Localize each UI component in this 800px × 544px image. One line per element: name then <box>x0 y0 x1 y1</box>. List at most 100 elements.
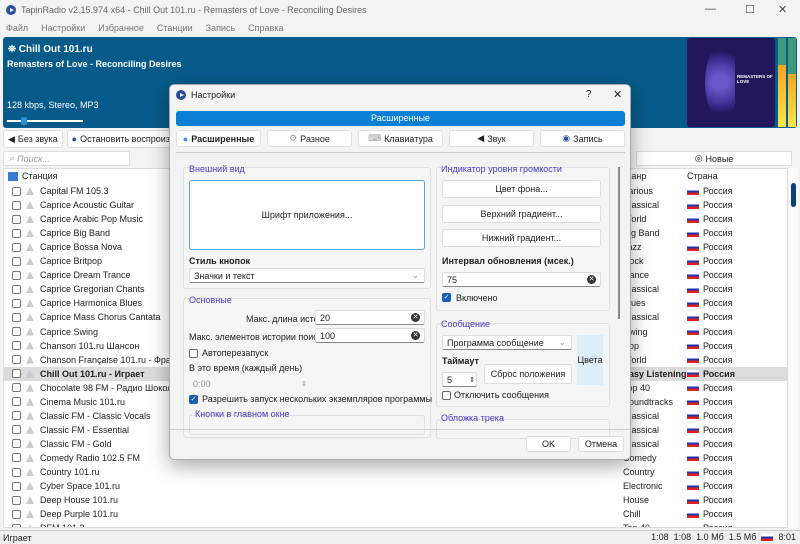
list-scrollbar[interactable] <box>789 168 798 528</box>
vu-title: Индикатор уровня громкости <box>441 164 562 174</box>
button-style-select[interactable]: Значки и текст ⌄ <box>189 268 425 283</box>
tab-advanced[interactable]: ● Расширенные <box>176 130 261 147</box>
row-checkbox[interactable] <box>12 228 21 238</box>
folder-icon <box>8 171 18 181</box>
row-checkbox[interactable] <box>12 397 21 407</box>
row-checkbox[interactable] <box>12 200 21 210</box>
row-checkbox[interactable] <box>12 327 21 336</box>
tab-sound[interactable]: ◀ Звук <box>449 130 534 147</box>
gear-icon: ⚙ <box>289 133 298 143</box>
row-checkbox[interactable] <box>12 495 21 505</box>
flag-icon <box>687 370 699 378</box>
row-checkbox[interactable] <box>12 298 21 308</box>
time-input[interactable]: 0:00 ⇕ <box>189 376 309 391</box>
column-country[interactable]: Страна <box>687 169 718 183</box>
autorestart-checkbox[interactable] <box>189 349 198 358</box>
message-program-select[interactable]: Программа сообщение ⌄ <box>442 335 572 350</box>
row-checkbox[interactable] <box>12 186 21 196</box>
station-name: Deep Purple 101.ru <box>40 509 119 520</box>
reset-position-button[interactable]: Сброс положения <box>484 364 572 384</box>
multi-instance-checkbox[interactable]: ✓ <box>189 395 198 404</box>
volume-knob[interactable] <box>21 117 27 125</box>
search-history-input[interactable]: 100 ✕ <box>315 328 425 343</box>
app-font-button[interactable]: Шрифт приложения... <box>189 180 425 250</box>
mute-button[interactable]: ◀ Без звука <box>3 130 63 148</box>
new-stations-button[interactable]: ◎ Новые <box>636 151 792 166</box>
timeout-input[interactable]: 5 ⇕ <box>442 372 477 387</box>
volume-slider[interactable] <box>7 117 83 125</box>
bg-color-button[interactable]: Цвет фона... <box>442 180 601 198</box>
row-checkbox[interactable] <box>12 214 21 224</box>
row-checkbox[interactable] <box>12 312 21 322</box>
tab-keyboard[interactable]: ⌨ Клавиатура <box>358 130 443 147</box>
station-name: Caprice Arabic Pop Music <box>40 214 144 225</box>
help-button[interactable]: ? <box>586 89 592 100</box>
row-checkbox[interactable] <box>12 270 21 280</box>
row-checkbox[interactable] <box>12 453 21 463</box>
row-checkbox[interactable] <box>12 523 21 527</box>
vu-meter-right <box>788 38 796 127</box>
menu-favorites[interactable]: Избранное <box>98 23 144 33</box>
tab-bar: ● Расширенные ⚙ Разное ⌨ Клавиатура ◀ Звук ◉… <box>176 130 625 147</box>
row-checkbox[interactable] <box>12 369 21 379</box>
bottom-gradient-button[interactable]: Нижний градиент... <box>442 229 601 247</box>
history-length-input[interactable]: 20 ✕ <box>315 310 425 325</box>
menu-stations[interactable]: Станции <box>157 23 193 33</box>
colors-button[interactable]: Цвета <box>577 335 603 385</box>
close-button[interactable]: ✕ <box>778 3 787 16</box>
dialog-scrollbar[interactable] <box>618 167 620 319</box>
row-checkbox[interactable] <box>12 481 21 491</box>
row-checkbox[interactable] <box>12 439 21 449</box>
row-checkbox[interactable] <box>12 467 21 477</box>
flag-icon <box>687 412 699 420</box>
maximize-button[interactable]: ☐ <box>745 3 755 16</box>
ok-button[interactable]: OK <box>526 436 571 452</box>
station-row[interactable]: Country 101.ru Country Россия <box>4 465 787 479</box>
clear-icon[interactable]: ✕ <box>587 275 596 284</box>
row-checkbox[interactable] <box>12 341 21 351</box>
station-country: Россия <box>687 226 733 240</box>
dialog-close-button[interactable]: ✕ <box>613 88 622 101</box>
row-checkbox[interactable] <box>12 284 21 294</box>
interval-input[interactable]: 75 ✕ <box>442 272 601 287</box>
scrollbar-thumb[interactable] <box>791 183 796 207</box>
row-checkbox[interactable] <box>12 355 21 365</box>
menu-record[interactable]: Запись <box>206 23 236 33</box>
tab-misc[interactable]: ⚙ Разное <box>267 130 352 147</box>
new-label: Новые <box>705 153 734 164</box>
station-row[interactable]: Deep Purple 101.ru Chill Россия <box>4 507 787 521</box>
row-checkbox[interactable] <box>12 383 21 393</box>
clear-icon[interactable]: ✕ <box>411 331 420 340</box>
station-country: Россия <box>687 184 733 198</box>
row-checkbox[interactable] <box>12 256 21 266</box>
row-checkbox[interactable] <box>12 425 21 435</box>
country-text: Россия <box>703 410 733 421</box>
row-checkbox[interactable] <box>12 509 21 519</box>
column-station[interactable]: Станция <box>8 169 58 183</box>
clear-icon[interactable]: ✕ <box>411 313 420 322</box>
menu-settings[interactable]: Настройки <box>41 23 85 33</box>
tab-record[interactable]: ◉ Запись <box>540 130 625 147</box>
section-banner: Расширенные <box>176 111 625 126</box>
row-checkbox[interactable] <box>12 242 21 252</box>
station-row[interactable]: Deep House 101.ru House Россия <box>4 493 787 507</box>
station-icon <box>26 285 34 294</box>
spinner-icon[interactable]: ⇕ <box>301 380 307 388</box>
station-genre: Electronic <box>623 481 663 492</box>
disable-messages-checkbox[interactable] <box>442 391 451 400</box>
station-row[interactable]: DFM 101.2 Top 40 Россия <box>4 521 787 527</box>
cancel-button[interactable]: Отмена <box>578 436 624 452</box>
row-checkbox[interactable] <box>12 411 21 421</box>
station-icon <box>26 327 34 336</box>
station-country: Россия <box>687 521 733 527</box>
top-gradient-button[interactable]: Верхний градиент... <box>442 205 601 223</box>
flag-icon <box>687 342 699 350</box>
country-text: Россия <box>703 270 733 281</box>
station-row[interactable]: Cyber Space 101.ru Electronic Россия <box>4 479 787 493</box>
minimize-button[interactable]: — <box>705 3 716 15</box>
menu-file[interactable]: Файл <box>6 23 28 33</box>
vu-enabled-checkbox[interactable]: ✓ <box>442 293 451 302</box>
spinner-icon[interactable]: ⇕ <box>469 376 475 384</box>
search-input[interactable]: ⌕ Поиск... <box>3 151 130 166</box>
menu-help[interactable]: Справка <box>248 23 283 33</box>
